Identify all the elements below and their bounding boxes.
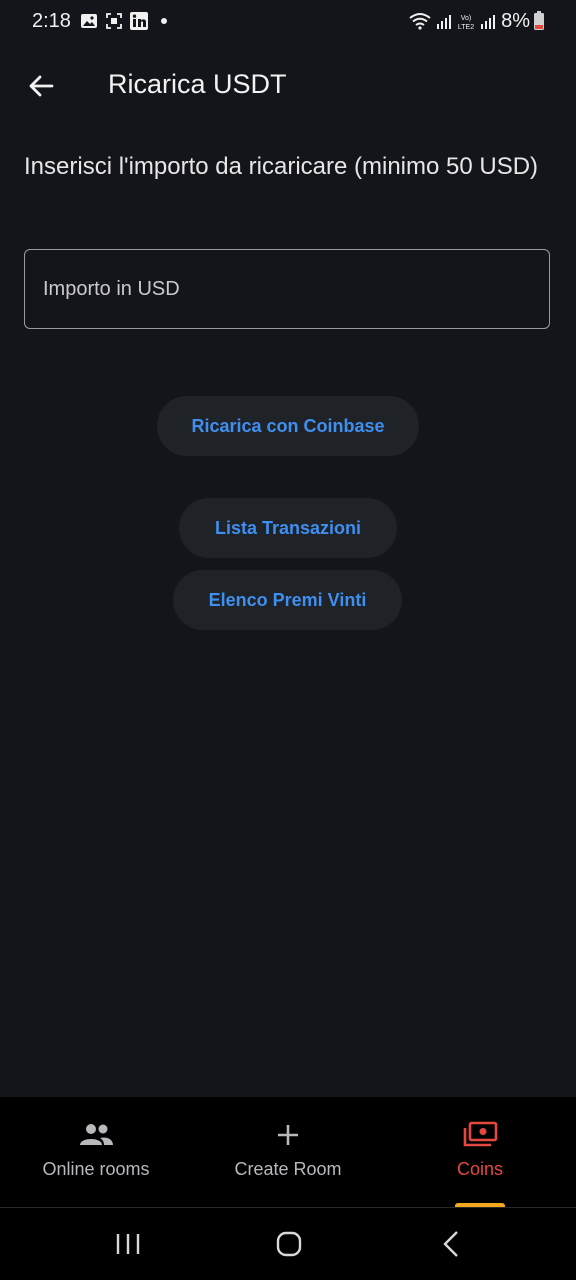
volte-lte2-icon: Vo) LTE2	[458, 15, 474, 30]
signal-icon	[437, 15, 451, 29]
status-time: 2:18	[32, 10, 71, 32]
back-icon[interactable]	[431, 1226, 471, 1262]
people-icon	[80, 1124, 113, 1145]
nav-coins[interactable]: Coins	[384, 1097, 576, 1207]
svg-text:LTE2: LTE2	[458, 24, 474, 30]
bottom-navigation: Online rooms Create Room Coins	[0, 1097, 576, 1207]
amount-field[interactable]	[24, 249, 550, 329]
battery-icon	[534, 11, 544, 30]
prizes-won-button[interactable]: Elenco Premi Vinti	[173, 570, 402, 630]
nav-label: Create Room	[234, 1159, 342, 1179]
coins-icon	[463, 1121, 498, 1147]
system-navigation-bar	[0, 1207, 576, 1280]
svg-text:Vo): Vo)	[461, 15, 472, 22]
nav-label: Online rooms	[42, 1159, 150, 1179]
page-title: Ricarica USDT	[108, 69, 287, 99]
battery-percent: 8%	[501, 10, 530, 32]
nav-label: Coins	[456, 1159, 504, 1179]
image-icon	[81, 14, 97, 28]
amount-instruction: Inserisci l'importo da ricaricare (minim…	[24, 153, 539, 180]
recent-apps-icon[interactable]	[108, 1226, 148, 1262]
nav-create-room[interactable]: Create Room	[192, 1097, 384, 1207]
wifi-icon	[409, 13, 431, 30]
amount-input[interactable]	[25, 250, 549, 328]
linkedin-icon	[130, 12, 148, 30]
app-bar: Ricarica USDT	[0, 50, 576, 120]
transactions-list-button[interactable]: Lista Transazioni	[179, 498, 397, 558]
signal-icon	[481, 15, 495, 29]
status-bar: 2:18 Vo) LTE2 8%	[0, 0, 576, 44]
dot-icon	[161, 18, 167, 24]
plus-icon	[278, 1125, 298, 1145]
screenshot-icon	[106, 13, 122, 29]
recharge-coinbase-button[interactable]: Ricarica con Coinbase	[157, 396, 419, 456]
home-icon[interactable]	[269, 1226, 309, 1262]
nav-online-rooms[interactable]: Online rooms	[0, 1097, 192, 1207]
back-arrow-icon[interactable]	[22, 66, 62, 106]
